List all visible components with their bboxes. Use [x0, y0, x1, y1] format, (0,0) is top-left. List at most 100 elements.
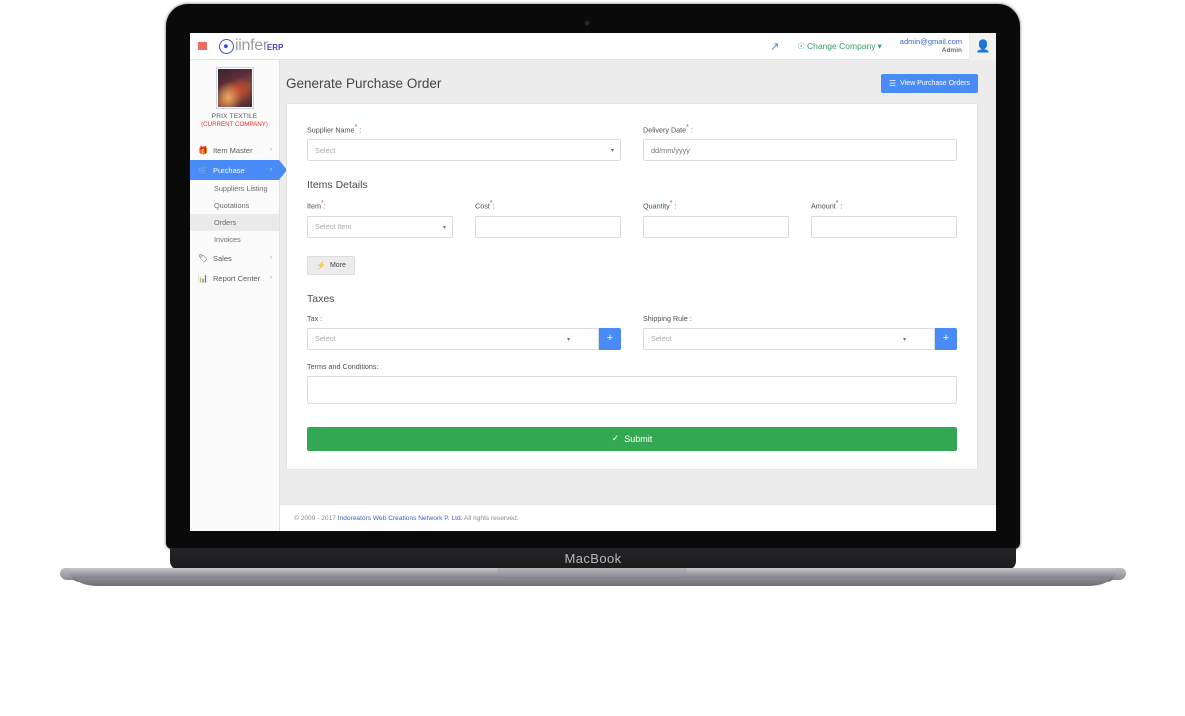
item-label: Item*: — [307, 200, 453, 210]
tax-value: Select — [315, 334, 336, 344]
laptop-base-bottom — [76, 578, 1110, 586]
view-purchase-orders-button[interactable]: ☰ View Purchase Orders — [880, 74, 978, 93]
app-header: iinfer ERP ↗ ☉ Change Company ▾ admin@gm… — [190, 33, 996, 60]
supplier-name-field-group: Supplier Name* : Select ▾ — [307, 124, 621, 162]
quantity-label: Quantity* : — [643, 200, 789, 210]
list-icon: ☰ — [888, 79, 897, 88]
item-field-group: Item*: Select Item ▾ — [307, 200, 453, 238]
supplier-name-select[interactable]: Select ▾ — [307, 139, 621, 162]
bolt-icon: ⚡ — [316, 260, 326, 270]
cost-input[interactable] — [475, 215, 621, 238]
delivery-date-input[interactable] — [643, 139, 957, 162]
copyright-prefix: © 2009 - 2017 — [294, 514, 338, 522]
chevron-down-icon: ▾ — [902, 336, 906, 343]
quantity-input[interactable] — [643, 215, 789, 238]
sidebar-item-invoices[interactable]: Invoices — [190, 231, 279, 248]
add-shipping-rule-button[interactable]: + — [935, 327, 957, 350]
device-model-label: MacBook — [564, 551, 622, 566]
quantity-field-group: Quantity* : — [643, 200, 789, 238]
more-label: More — [329, 261, 346, 269]
sidebar-item-orders[interactable]: Orders — [190, 214, 279, 231]
sidebar-item-label: Item Master — [213, 145, 253, 155]
brand-suffix: ERP — [266, 43, 284, 52]
colon: : — [690, 125, 693, 135]
sidebar-subitem-label: Quotations — [214, 201, 250, 210]
chevron-down-icon: ▾ — [877, 40, 882, 51]
label-text: Quantity — [643, 201, 670, 211]
shipping-rule-field-group: Shipping Rule : Select ▾ + — [643, 314, 957, 350]
check-icon: ✓ — [611, 433, 620, 444]
chevron-right-icon: › — [270, 167, 272, 173]
terms-textarea[interactable] — [307, 375, 957, 404]
chevron-right-icon: › — [270, 275, 272, 281]
expand-arrows-icon[interactable]: ↗ — [770, 40, 779, 53]
colon: : — [674, 201, 677, 211]
app-body: PRIX TEXTILE (CURRENT COMPANY) 🎁 Item Ma… — [190, 60, 996, 531]
hamburger-icon[interactable] — [198, 42, 207, 50]
gift-icon: 🎁 — [198, 145, 208, 155]
laptop-base-notch — [497, 568, 687, 577]
laptop-chin-bar: MacBook — [170, 548, 1016, 570]
main-content: Generate Purchase Order ☰ View Purchase … — [280, 60, 996, 531]
taxes-title: Taxes — [307, 292, 335, 305]
sidebar-item-suppliers-listing[interactable]: Suppliers Listing — [190, 180, 279, 197]
add-tax-button[interactable]: + — [599, 327, 621, 350]
colon: : — [840, 201, 843, 211]
user-email: admin@gmail.com — [899, 36, 962, 46]
user-info[interactable]: admin@gmail.com Admin — [899, 36, 962, 54]
webcam-icon — [584, 20, 590, 26]
header-actions: ↗ ☉ Change Company ▾ admin@gmail.com Adm… — [770, 33, 996, 60]
globe-icon: ☉ — [797, 40, 805, 51]
sidebar-item-label: Sales — [213, 253, 232, 263]
company-name: PRIX TEXTILE — [211, 113, 258, 120]
sidebar-item-sales[interactable]: 🏷 Sales › — [190, 248, 279, 268]
sidebar-item-report-center[interactable]: 📊 Report Center › — [190, 268, 279, 288]
form-row-items: Item*: Select Item ▾ Cost*: Quantity*: … — [307, 200, 957, 238]
delivery-date-field-group: Delivery Date* : — [643, 124, 957, 162]
form-row-taxes: Tax : Select ▾ + Shipping Rule: Select … — [307, 314, 957, 350]
cost-field-group: Cost*: — [475, 200, 621, 238]
app-logo[interactable]: iinfer ERP — [216, 36, 284, 56]
tax-select[interactable]: Select ▾ — [307, 327, 599, 350]
shipping-rule-select[interactable]: Select ▾ — [643, 327, 935, 350]
plus-icon: + — [606, 332, 614, 345]
amount-field-group: Amount* : — [811, 200, 957, 238]
macbook-device-frame: iinfer ERP ↗ ☉ Change Company ▾ admin@gm… — [0, 0, 1185, 716]
amount-input[interactable] — [811, 215, 957, 238]
form-row-supplier: Supplier Name* : Select ▾ Delivery Date*… — [307, 124, 957, 162]
sidebar-nav: 🎁 Item Master › 🛒 Purchase › Suppliers L… — [190, 140, 287, 288]
chevron-down-icon: ▾ — [610, 148, 614, 155]
more-button[interactable]: ⚡ More — [307, 255, 355, 275]
delivery-date-label: Delivery Date* : — [643, 124, 957, 134]
company-logo-thumbnail — [215, 67, 254, 109]
purchase-order-form-panel: Supplier Name* : Select ▾ Delivery Date*… — [286, 103, 978, 470]
sidebar-item-item-master[interactable]: 🎁 Item Master › — [190, 140, 279, 160]
label-text: Delivery Date — [643, 125, 687, 135]
tax-label: Tax : — [307, 313, 323, 323]
avatar[interactable]: 👤 — [969, 33, 996, 60]
label-text: Supplier Name — [307, 125, 355, 135]
change-company-button[interactable]: ☉ Change Company ▾ — [797, 41, 881, 52]
submit-button[interactable]: ✓ Submit — [307, 426, 957, 451]
tax-input-group: Select ▾ + — [307, 327, 621, 350]
label-text: Cost — [475, 201, 490, 211]
amount-label: Amount* : — [811, 200, 957, 210]
view-purchase-orders-label: View Purchase Orders — [900, 80, 970, 87]
cart-icon: 🛒 — [198, 165, 208, 175]
chevron-right-icon: › — [270, 147, 272, 153]
supplier-name-label: Supplier Name* : — [307, 124, 621, 134]
company-link[interactable]: Indoreators Web Creations Network P. Ltd… — [338, 515, 463, 522]
required-marker: * — [686, 124, 689, 131]
sidebar-item-quotations[interactable]: Quotations — [190, 197, 279, 214]
required-marker: * — [669, 200, 673, 208]
tax-field-group: Tax : Select ▾ + — [307, 314, 621, 350]
colon: : — [323, 201, 326, 211]
brand-name: iinfer — [235, 37, 268, 54]
sidebar-item-purchase[interactable]: 🛒 Purchase › — [190, 160, 287, 180]
sidebar-subitem-label: Orders — [214, 218, 237, 227]
item-select[interactable]: Select Item ▾ — [307, 215, 453, 238]
sidebar-subitem-label: Invoices — [214, 235, 241, 244]
sidebar-item-label: Report Center — [213, 273, 261, 283]
chart-icon: 📊 — [198, 273, 208, 283]
current-company-block: PRIX TEXTILE (CURRENT COMPANY) — [190, 67, 279, 134]
